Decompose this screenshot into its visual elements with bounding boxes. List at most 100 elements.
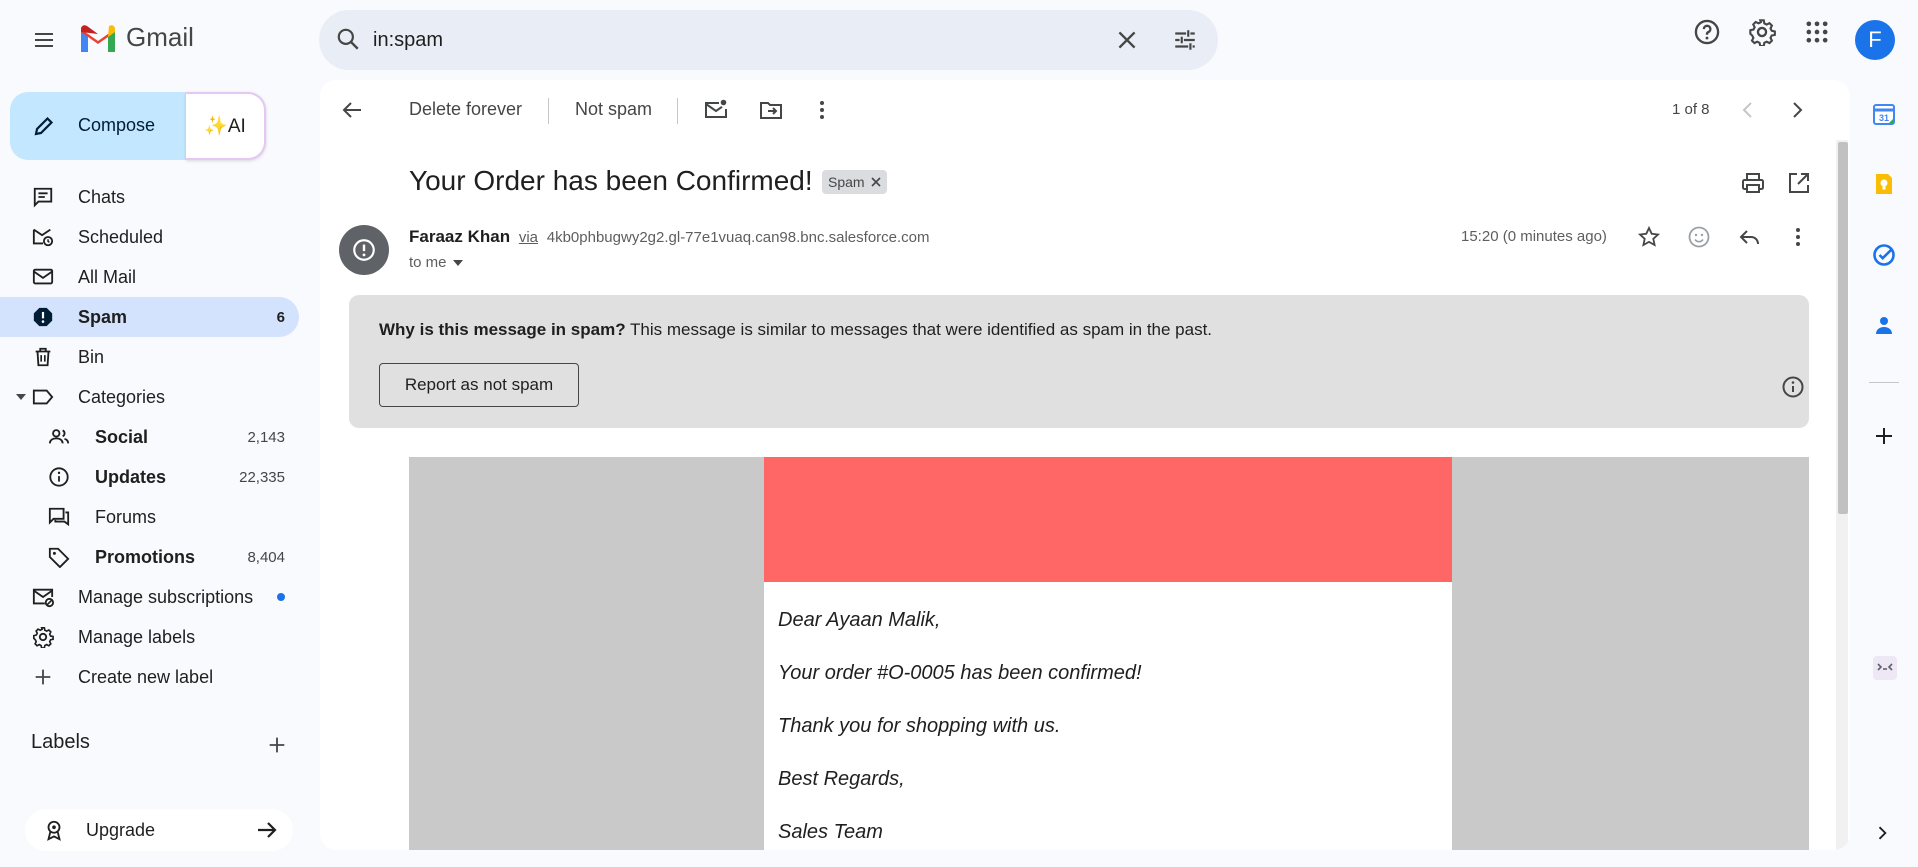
labels-heading: Labels	[31, 731, 90, 753]
sidebar-item-social[interactable]: Social 2,143	[0, 417, 299, 457]
reply-icon[interactable]	[1737, 225, 1761, 249]
arrow-right-icon	[255, 818, 279, 842]
sidebar-nav: Chats Scheduled All Mail Spam 6 Bin Cate…	[0, 177, 310, 697]
sidebar-item-categories[interactable]: Categories	[0, 377, 299, 417]
message-scrollbar[interactable]	[1836, 140, 1848, 850]
settings-gear-icon[interactable]	[1748, 18, 1776, 46]
sidebar-item-all-mail[interactable]: All Mail	[0, 257, 299, 297]
delete-forever-button[interactable]: Delete forever	[409, 99, 522, 120]
sidebar-item-chats[interactable]: Chats	[0, 177, 299, 217]
search-icon[interactable]	[335, 26, 361, 52]
back-arrow-icon[interactable]	[340, 98, 364, 122]
clear-search-icon[interactable]	[1114, 27, 1140, 53]
contacts-icon[interactable]	[1872, 313, 1896, 337]
upgrade-button[interactable]: Upgrade	[25, 809, 293, 851]
chevron-left-icon[interactable]	[1736, 98, 1760, 122]
scrollbar-thumb[interactable]	[1838, 142, 1848, 514]
search-input[interactable]: in:spam	[373, 29, 443, 52]
email-signoff: Best Regards,	[778, 768, 905, 790]
updates-count: 22,335	[239, 468, 285, 486]
tag-icon	[48, 546, 70, 568]
main-menu-icon[interactable]	[24, 22, 64, 58]
compose-button[interactable]: Compose	[10, 92, 190, 160]
star-icon[interactable]	[1637, 225, 1661, 249]
report-not-spam-button[interactable]: Report as not spam	[379, 363, 579, 407]
sidebar-item-label: Create new label	[78, 666, 214, 687]
sidebar-item-create-new-label[interactable]: Create new label	[0, 657, 299, 697]
upgrade-label: Upgrade	[86, 820, 156, 840]
scheduled-icon	[32, 226, 54, 248]
sidebar-item-label: Promotions	[95, 546, 196, 567]
add-label-plus-icon[interactable]	[266, 734, 288, 756]
recipient-text: to me	[409, 254, 447, 271]
add-addon-plus-icon[interactable]	[1872, 424, 1896, 448]
sidebar-item-promotions[interactable]: Promotions 8,404	[0, 537, 299, 577]
info-icon	[48, 466, 70, 488]
sidebar-item-updates[interactable]: Updates 22,335	[0, 457, 299, 497]
sender-via-link[interactable]: via	[519, 229, 538, 246]
sidebar-item-scheduled[interactable]: Scheduled	[0, 217, 299, 257]
manage-subscriptions-icon	[32, 586, 54, 608]
spam-warning-banner: Why is this message in spam? This messag…	[349, 295, 1809, 428]
caret-down-icon[interactable]	[16, 392, 26, 402]
calendar-icon[interactable]: 31	[1872, 102, 1896, 126]
rail-divider	[1869, 382, 1899, 383]
social-count: 2,143	[247, 428, 285, 446]
sidebar-item-label: Manage labels	[78, 626, 196, 647]
sidebar-item-label: Forums	[95, 506, 157, 527]
recipient-details[interactable]: to me	[409, 254, 463, 271]
spam-warning-question: Why is this message in spam?	[379, 320, 626, 339]
social-icon	[48, 426, 70, 448]
sidebar-item-manage-labels[interactable]: Manage labels	[0, 617, 299, 657]
sidebar-item-manage-subscriptions[interactable]: Manage subscriptions	[0, 577, 299, 617]
spam-label-text: Spam	[828, 174, 865, 190]
sidebar-item-label: Social	[95, 426, 149, 447]
sender-name[interactable]: Faraaz Khan	[409, 227, 510, 246]
sender-avatar[interactable]	[339, 225, 389, 275]
message-view: Delete forever Not spam 1 of 8 Your Orde…	[320, 80, 1850, 850]
expand-side-panel-chevron-icon[interactable]	[1872, 823, 1892, 843]
gmail-logo[interactable]: Gmail	[78, 22, 194, 53]
spam-icon	[32, 306, 54, 328]
addon-app-icon[interactable]	[1872, 655, 1898, 681]
sidebar-item-forums[interactable]: Forums	[0, 497, 299, 537]
info-icon[interactable]	[1781, 375, 1805, 399]
sidebar-item-label: All Mail	[78, 266, 137, 287]
caret-down-icon[interactable]	[452, 259, 463, 267]
chevron-right-icon[interactable]	[1785, 98, 1809, 122]
help-icon[interactable]	[1693, 18, 1721, 46]
compose-group: Compose ✨AI	[10, 92, 266, 160]
sidebar-item-spam[interactable]: Spam 6	[0, 297, 299, 337]
more-vert-icon[interactable]	[810, 98, 834, 122]
not-spam-button[interactable]: Not spam	[575, 99, 652, 120]
ai-button[interactable]: ✨AI	[186, 92, 266, 160]
account-avatar[interactable]: F	[1855, 20, 1895, 60]
open-in-new-window-icon[interactable]	[1787, 171, 1811, 195]
keep-icon[interactable]	[1872, 172, 1896, 196]
emoji-reaction-icon[interactable]	[1687, 225, 1711, 249]
sender-address: 4kb0phbugwy2g2.gl-77e1vuaq.can98.bnc.sal…	[546, 229, 930, 246]
plus-icon	[32, 666, 54, 688]
search-bar[interactable]: in:spam	[319, 10, 1218, 70]
spam-warning-text: Why is this message in spam? This messag…	[379, 320, 1212, 340]
message-toolbar: Delete forever Not spam 1 of 8	[320, 80, 1850, 140]
more-vert-icon[interactable]	[1786, 225, 1810, 249]
compose-label: Compose	[78, 115, 156, 135]
print-icon[interactable]	[1741, 171, 1765, 195]
forums-icon	[48, 506, 70, 528]
sidebar-item-bin[interactable]: Bin	[0, 337, 299, 377]
all-mail-icon	[32, 266, 54, 288]
chat-icon	[32, 186, 54, 208]
email-order-line: Your order #O-0005 has been confirmed!	[778, 662, 1142, 684]
apps-grid-icon[interactable]	[1803, 18, 1831, 46]
spam-count: 6	[276, 308, 285, 326]
mark-unread-icon[interactable]	[704, 98, 728, 122]
remove-label-icon[interactable]	[871, 177, 881, 187]
move-to-icon[interactable]	[759, 98, 783, 122]
top-bar: Gmail in:spam F	[0, 0, 1918, 80]
search-options-icon[interactable]	[1172, 27, 1198, 53]
sidebar-item-label: Chats	[78, 186, 126, 207]
upgrade-badge-icon	[43, 819, 65, 841]
tasks-icon[interactable]	[1872, 243, 1896, 267]
email-signature: Sales Team	[778, 821, 883, 843]
